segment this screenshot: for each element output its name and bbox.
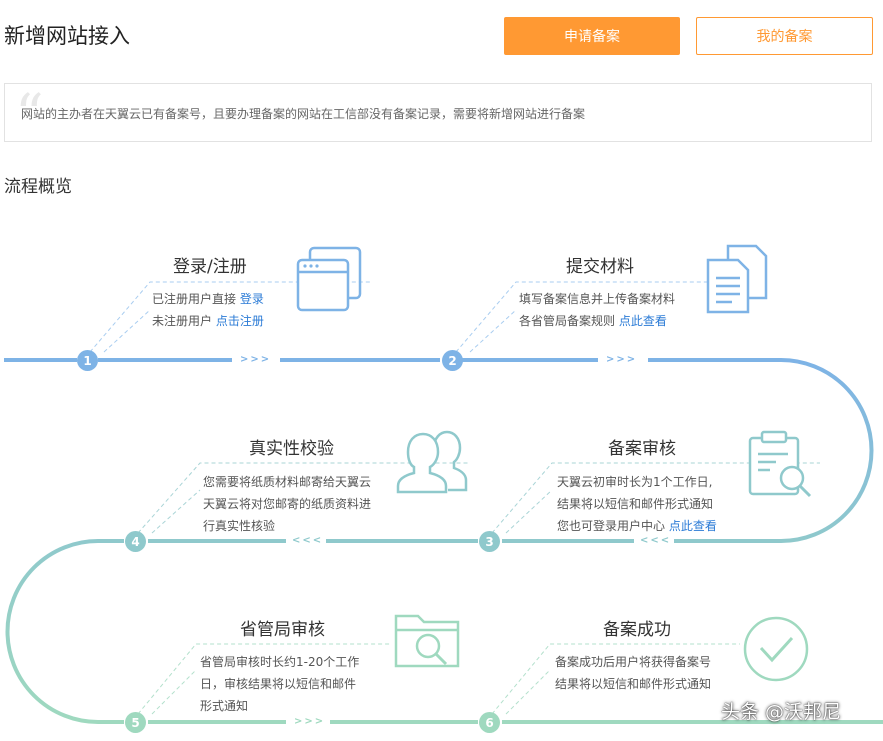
step-2-line1: 填写备案信息并上传备案材料 <box>519 288 675 310</box>
step-3-title: 备案审核 <box>608 434 676 459</box>
step-5-title: 省管局审核 <box>240 615 325 640</box>
step-1-desc: 已注册用户直接 登录 未注册用户 点击注册 <box>152 288 264 332</box>
step-5-desc: 省管局审核时长约1-20个工作 日，审核结果将以短信和邮件 形式通知 <box>200 651 359 717</box>
step-3-desc: 天翼云初审时长为1个工作日, 结果将以短信和邮件形式通知 您也可登录用户中心 点… <box>557 471 717 537</box>
arrow-right-1: >>> <box>240 354 271 365</box>
step-6-desc: 备案成功后用户将获得备案号 结果将以短信和邮件形式通知 <box>555 651 711 695</box>
documents-icon <box>706 244 768 314</box>
step-4-line2: 天翼云将对您邮寄的纸质资料进 <box>203 493 371 515</box>
step-3-line1: 天翼云初审时长为1个工作日, <box>557 471 717 493</box>
step-badge-1: 1 <box>77 350 98 371</box>
step-badge-4: 4 <box>125 531 146 552</box>
step-4-line1: 您需要将纸质材料邮寄给天翼云 <box>203 471 371 493</box>
clipboard-search-icon <box>746 428 816 500</box>
step-6-line1: 备案成功后用户将获得备案号 <box>555 651 711 673</box>
step-3-line3: 您也可登录用户中心 <box>557 519 669 533</box>
browser-window-icon <box>296 246 364 314</box>
step-badge-6: 6 <box>479 712 500 733</box>
users-icon <box>396 428 468 494</box>
step-4-desc: 您需要将纸质材料邮寄给天翼云 天翼云将对您邮寄的纸质资料进 行真实性核验 <box>203 471 371 537</box>
login-link[interactable]: 登录 <box>240 292 264 306</box>
step-3-line2: 结果将以短信和邮件形式通知 <box>557 493 717 515</box>
arrow-right-2: >>> <box>606 354 637 365</box>
watermark-text: 头条 @沃邦尼 <box>721 697 841 724</box>
step-badge-3: 3 <box>479 531 500 552</box>
register-link[interactable]: 点击注册 <box>216 314 264 328</box>
folder-search-icon <box>392 608 464 672</box>
step-2-title: 提交材料 <box>566 252 634 277</box>
step-5-line2: 日，审核结果将以短信和邮件 <box>200 673 359 695</box>
step-6-title: 备案成功 <box>603 615 671 640</box>
step-1-line2: 未注册用户 <box>152 314 216 328</box>
arrow-right-3: >>> <box>294 716 325 727</box>
rules-link[interactable]: 点此查看 <box>619 314 667 328</box>
step-1-line1: 已注册用户直接 <box>152 292 240 306</box>
step-1-title: 登录/注册 <box>173 252 247 277</box>
user-center-link[interactable]: 点此查看 <box>669 519 717 533</box>
step-4-line3: 行真实性核验 <box>203 515 371 537</box>
success-check-icon <box>741 614 811 684</box>
step-2-desc: 填写备案信息并上传备案材料 各省管局备案规则 点此查看 <box>519 288 675 332</box>
step-badge-2: 2 <box>442 350 463 371</box>
step-5-line1: 省管局审核时长约1-20个工作 <box>200 651 359 673</box>
step-2-line2: 各省管局备案规则 <box>519 314 619 328</box>
step-badge-5: 5 <box>125 712 146 733</box>
step-4-title: 真实性校验 <box>249 434 334 459</box>
step-5-line3: 形式通知 <box>200 695 359 717</box>
step-6-line2: 结果将以短信和邮件形式通知 <box>555 673 711 695</box>
